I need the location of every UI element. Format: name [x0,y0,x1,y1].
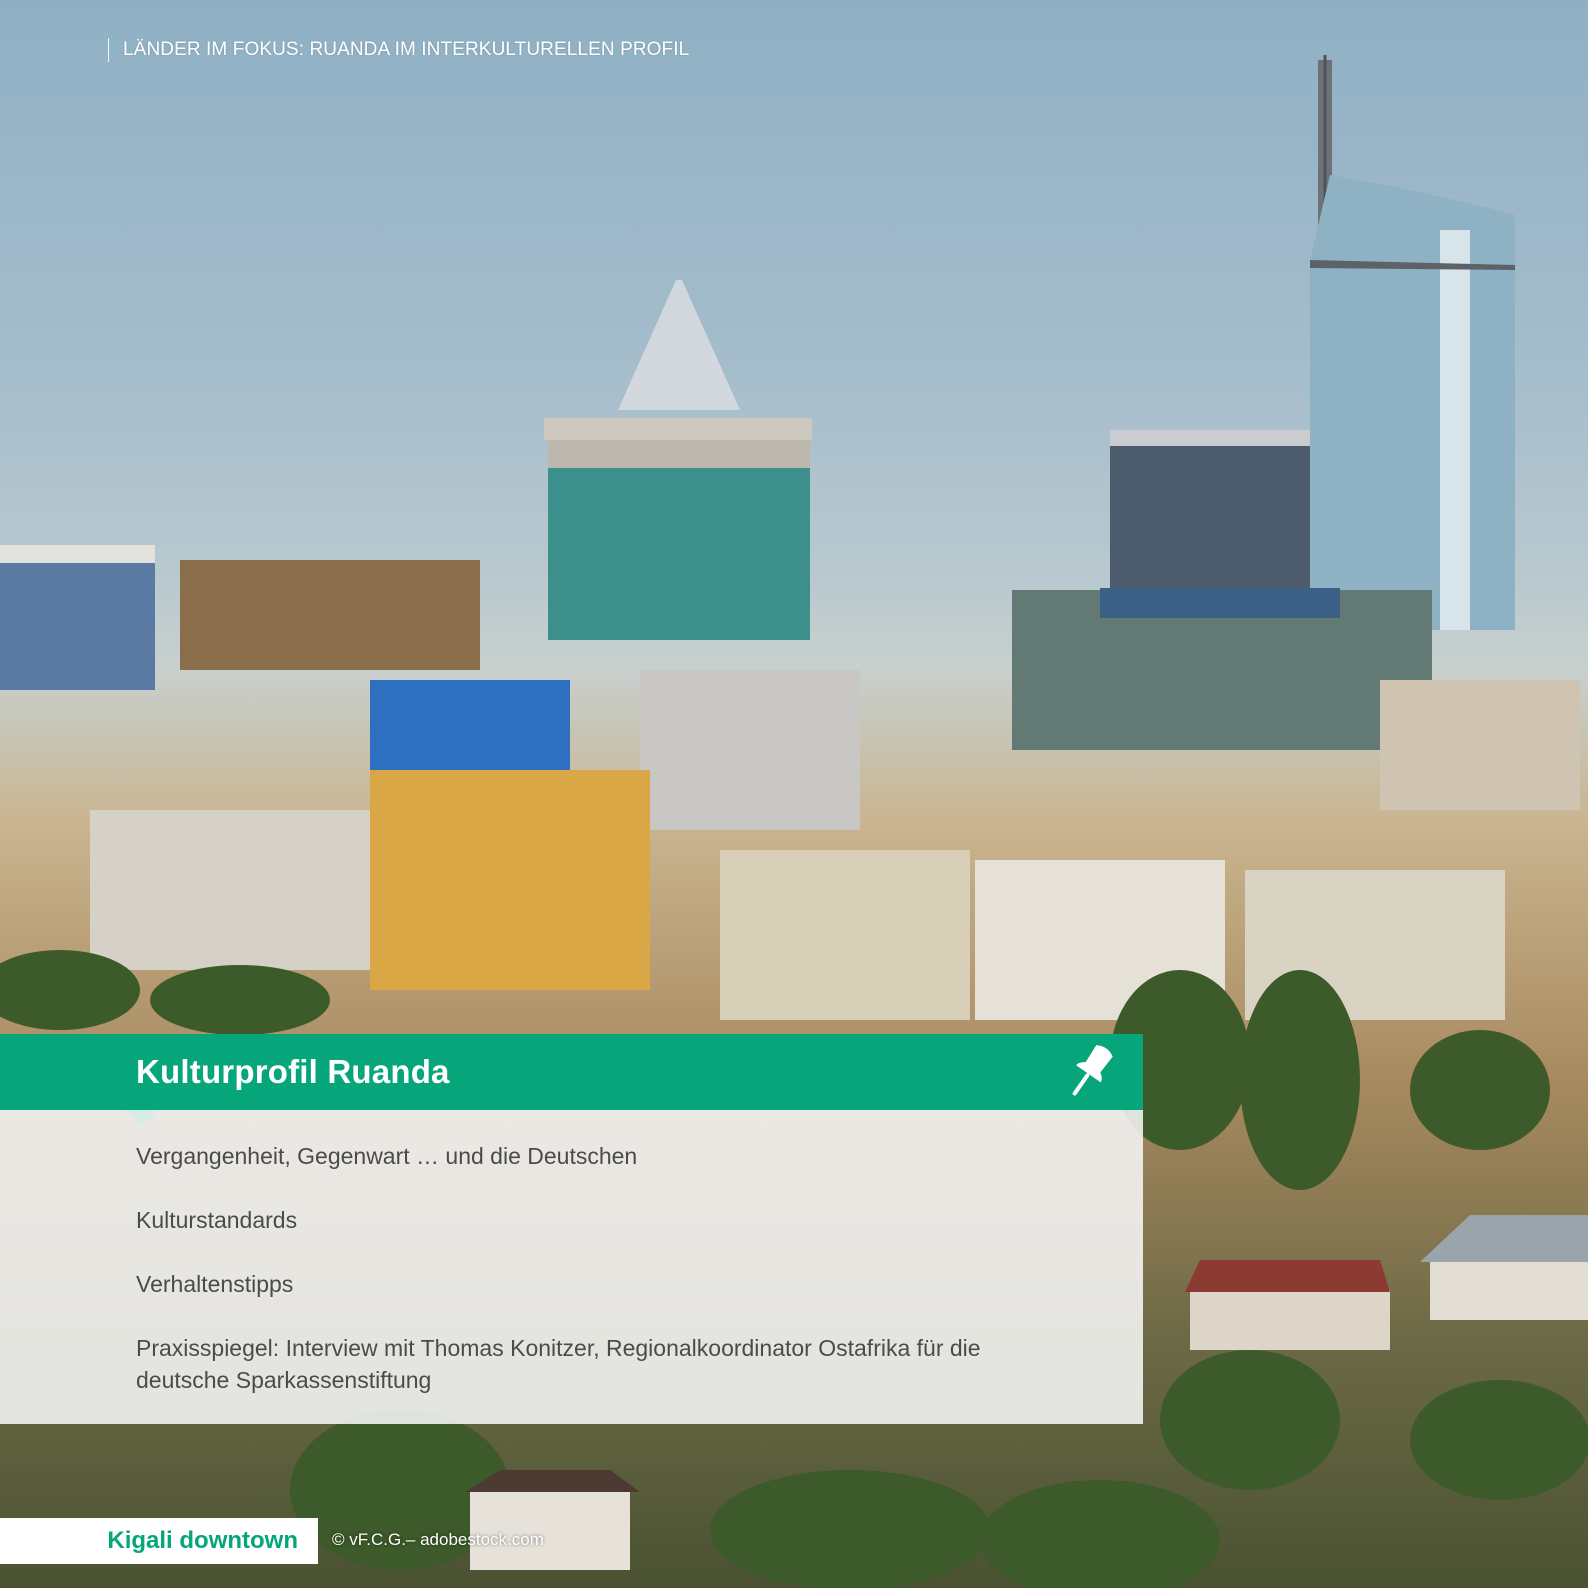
tower-mid-right [1110,430,1310,590]
tower-central [544,280,812,640]
photo-caption-text: Kigali downtown [107,1527,298,1554]
photo-caption-label: Kigali downtown [0,1518,318,1564]
running-header-title: LÄNDER IM FOKUS: RUANDA IM INTERKULTUREL… [123,39,690,60]
contents-item-behaviour-tips: Verhaltenstipps [136,1271,294,1297]
pin-icon [1072,1045,1113,1096]
culture-profile-box: Kulturprofil Ruanda Vergangenheit, Gegen… [0,1034,1143,1424]
running-header: LÄNDER IM FOKUS: RUANDA IM INTERKULTUREL… [108,38,689,62]
culture-profile-contents: Vergangenheit, Gegenwart … und die Deuts… [0,1110,1143,1424]
contents-item-interview: Praxisspiegel: Interview mit Thomas Koni… [136,1335,981,1393]
building-left [0,545,480,690]
tower-right [1310,55,1515,630]
contents-item-history: Vergangenheit, Gegenwart … und die Deuts… [136,1143,638,1169]
photo-credit: © vF.C.G.– adobestock.com [332,1530,544,1549]
contents-item-cultural-standards: Kulturstandards [136,1207,298,1233]
culture-profile-header: Kulturprofil Ruanda [0,1034,1143,1110]
culture-profile-title: Kulturprofil Ruanda [136,1053,450,1090]
